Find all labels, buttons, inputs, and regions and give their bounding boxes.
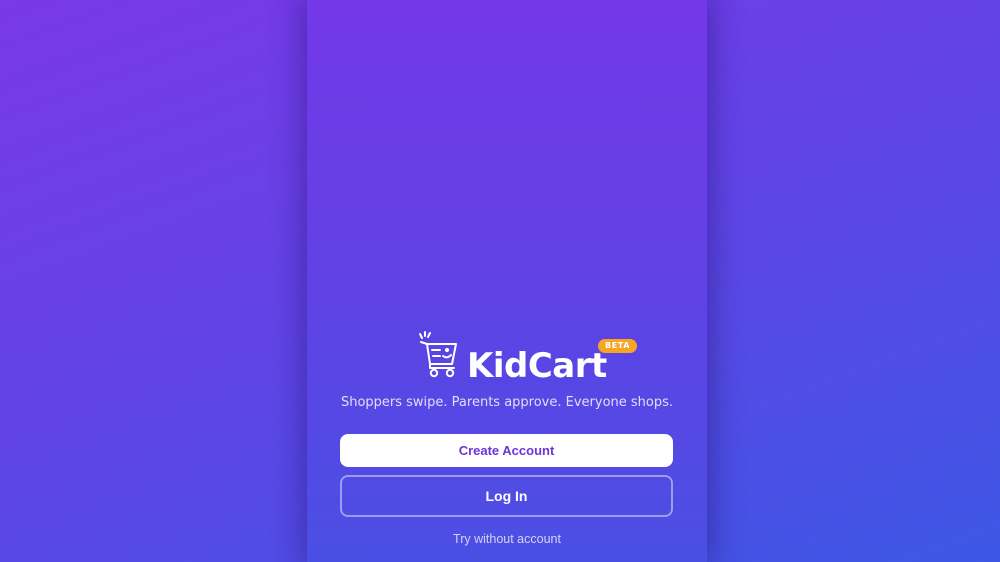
shopping-cart-icon — [419, 331, 457, 378]
login-button[interactable]: Log In — [340, 475, 673, 517]
beta-badge: BETA — [598, 339, 637, 353]
brand-header: KidCart BETA — [307, 330, 707, 386]
app-logo-text: KidCart — [467, 346, 607, 386]
try-without-account-link[interactable]: Try without account — [307, 532, 707, 546]
app-tagline: Shoppers swipe. Parents approve. Everyon… — [340, 395, 674, 410]
create-account-button[interactable]: Create Account — [340, 434, 673, 467]
welcome-screen: KidCart BETA Shoppers swipe. Parents app… — [307, 0, 707, 562]
